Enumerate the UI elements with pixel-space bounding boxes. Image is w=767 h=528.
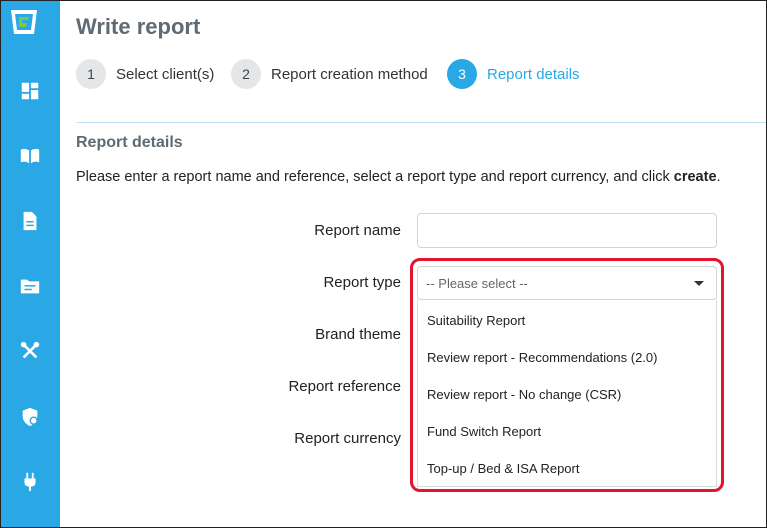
- section-divider: [76, 122, 767, 123]
- page-title: Write report: [76, 14, 201, 39]
- highlight-annotation: [410, 258, 724, 492]
- book-icon[interactable]: [18, 144, 42, 168]
- step-label: Report creation method: [271, 65, 428, 83]
- step-label: Select client(s): [116, 65, 215, 83]
- instructions-emphasis: create: [673, 169, 717, 185]
- sidebar: [0, 0, 60, 528]
- step-select-clients[interactable]: 1 Select client(s): [76, 58, 214, 90]
- instructions-text: Please enter a report name and reference…: [76, 169, 721, 185]
- instructions-suffix: .: [716, 169, 721, 185]
- report-reference-label: Report reference: [288, 378, 401, 395]
- section-title: Report details: [76, 134, 183, 151]
- report-type-label: Report type: [323, 274, 401, 291]
- step-number: 2: [231, 59, 261, 89]
- tools-icon[interactable]: [18, 339, 42, 363]
- report-name-input[interactable]: [417, 213, 717, 248]
- dashboard-icon[interactable]: [18, 79, 42, 103]
- instructions-prefix: Please enter a report name and reference…: [76, 169, 674, 185]
- logo-icon[interactable]: [8, 6, 40, 38]
- report-currency-label: Report currency: [294, 430, 401, 447]
- shield-icon[interactable]: [18, 405, 42, 429]
- folder-icon[interactable]: [18, 274, 42, 298]
- step-report-creation-method[interactable]: 2 Report creation method: [231, 58, 428, 90]
- report-name-label: Report name: [314, 222, 401, 239]
- stepper: 1 Select client(s) 2 Report creation met…: [76, 58, 756, 90]
- brand-theme-label: Brand theme: [315, 326, 401, 343]
- main-content: Write report 1 Select client(s) 2 Report…: [60, 0, 767, 528]
- document-icon[interactable]: [18, 209, 42, 233]
- step-number: 3: [447, 59, 477, 89]
- step-number: 1: [76, 59, 106, 89]
- plug-icon[interactable]: [18, 470, 42, 494]
- step-report-details[interactable]: 3 Report details: [447, 58, 580, 90]
- step-label: Report details: [487, 65, 580, 83]
